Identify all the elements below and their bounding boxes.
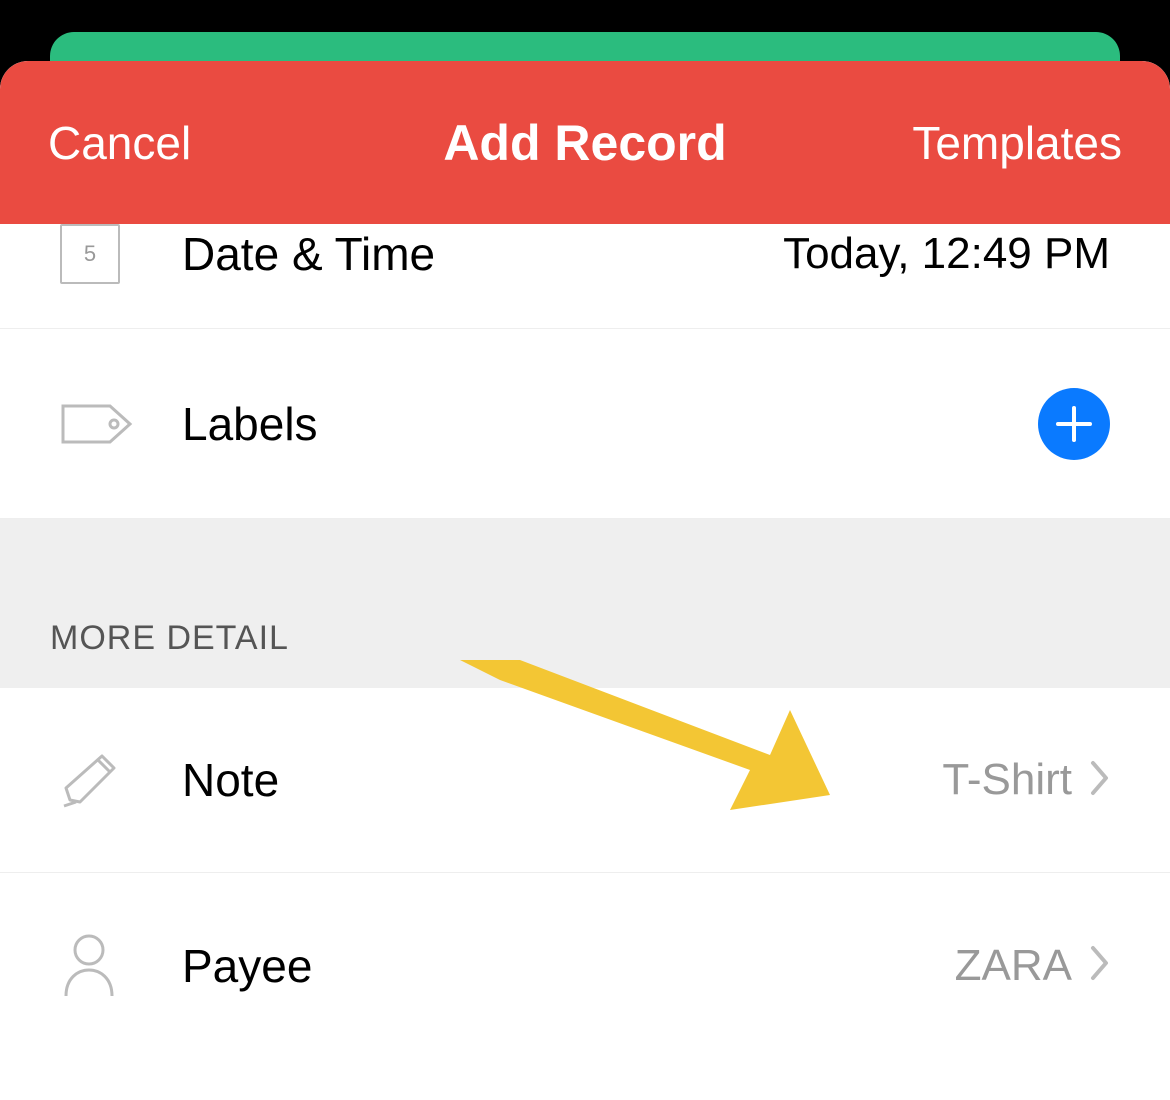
more-detail-header: MORE DETAIL	[0, 519, 1170, 688]
chevron-right-icon	[1090, 760, 1110, 801]
calendar-icon: 5	[60, 268, 140, 284]
datetime-value: Today, 12:49 PM	[783, 229, 1110, 279]
add-label-button[interactable]	[1038, 388, 1110, 460]
labels-row[interactable]: Labels	[0, 329, 1170, 519]
modal-header: Cancel Add Record Templates	[0, 61, 1170, 224]
payee-value: ZARA	[955, 941, 1072, 991]
note-value: T-Shirt	[942, 755, 1072, 805]
datetime-row[interactable]: 5 Date & Time Today, 12:49 PM	[0, 224, 1170, 329]
datetime-label: Date & Time	[182, 227, 783, 281]
templates-button[interactable]: Templates	[912, 116, 1122, 170]
tag-icon	[60, 398, 140, 450]
note-icon	[60, 750, 140, 810]
modal-title: Add Record	[443, 114, 726, 172]
note-label: Note	[182, 753, 942, 807]
note-row[interactable]: Note T-Shirt	[0, 688, 1170, 873]
chevron-right-icon	[1090, 945, 1110, 986]
person-icon	[60, 932, 140, 1000]
cancel-button[interactable]: Cancel	[48, 116, 191, 170]
add-record-modal: Cancel Add Record Templates 5 Date & Tim…	[0, 61, 1170, 1100]
modal-content: 5 Date & Time Today, 12:49 PM Labels MOR…	[0, 224, 1170, 1058]
payee-label: Payee	[182, 939, 955, 993]
payee-row[interactable]: Payee ZARA	[0, 873, 1170, 1058]
labels-label: Labels	[182, 397, 1038, 451]
plus-icon	[1056, 406, 1092, 442]
